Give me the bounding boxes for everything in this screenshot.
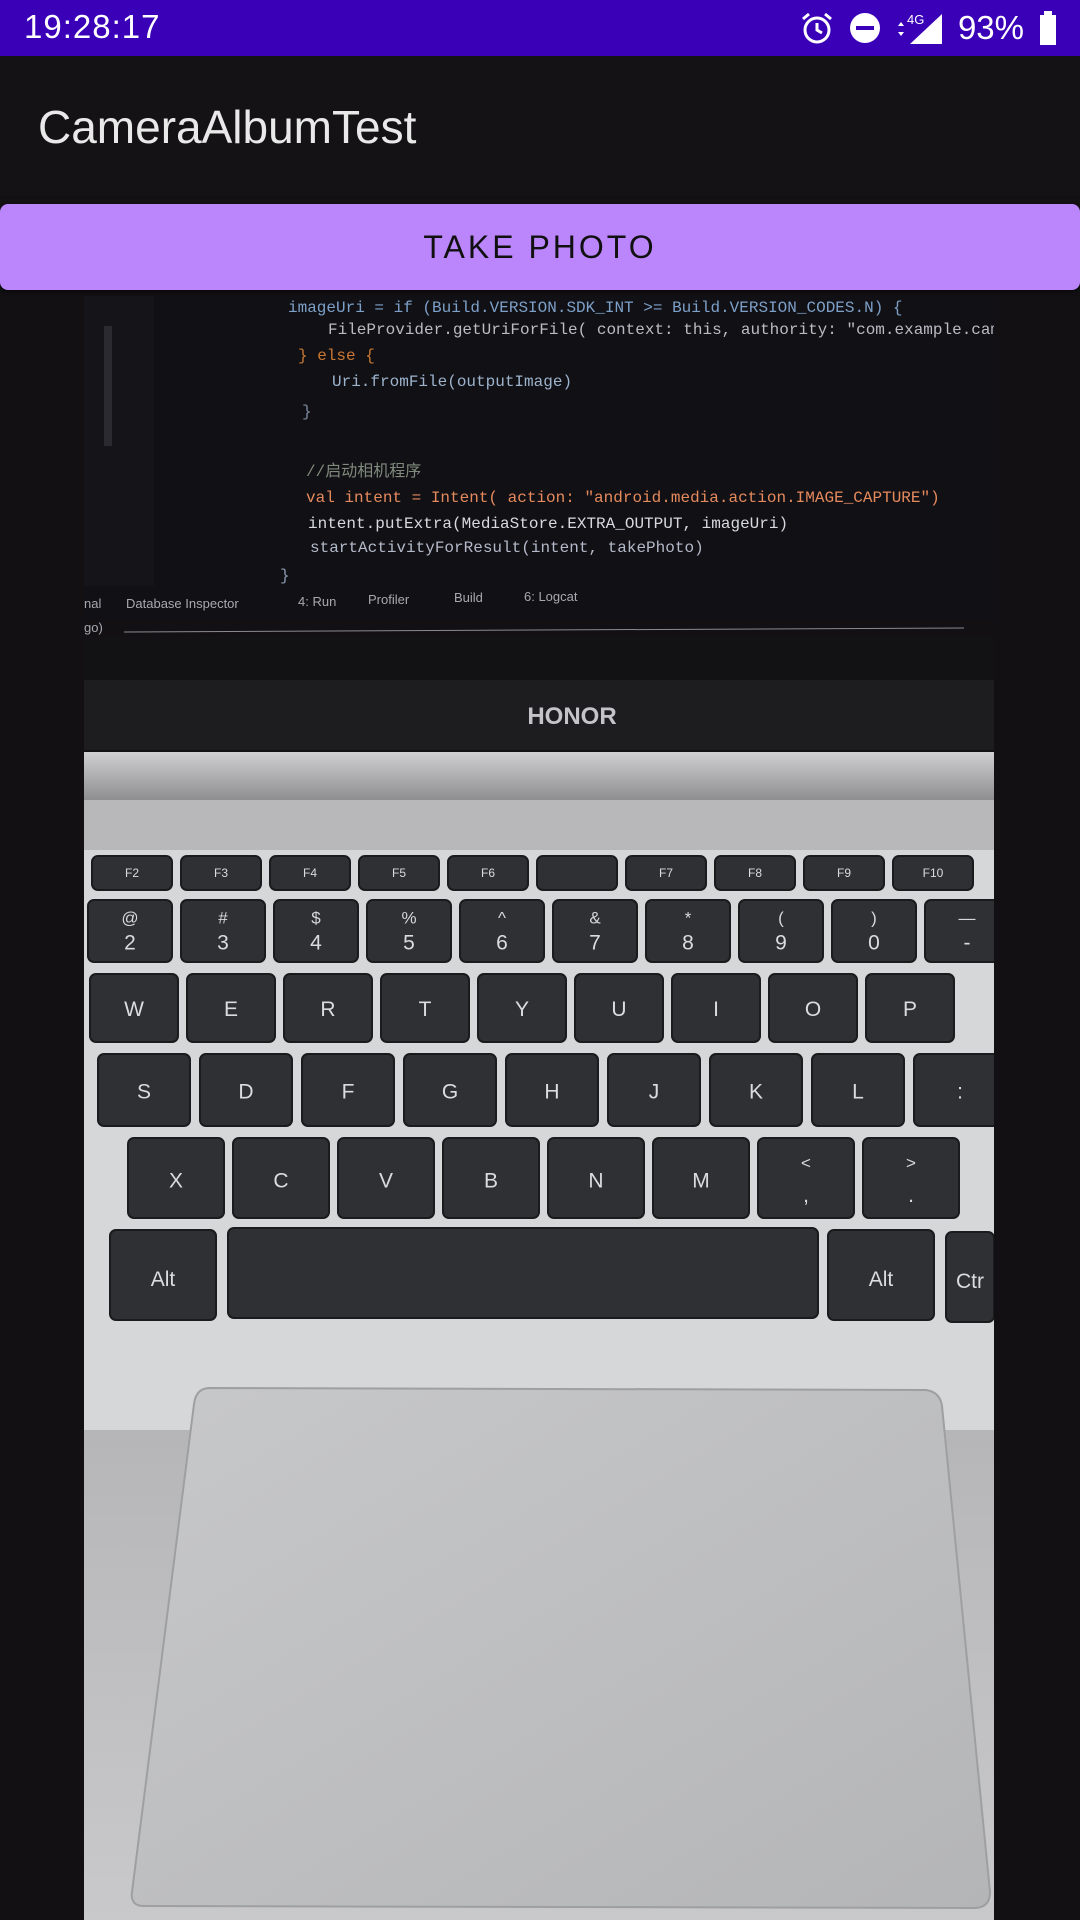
key-label: F9: [837, 866, 851, 880]
ide-tab: 6: Logcat: [524, 589, 578, 604]
touchpad: [130, 1386, 992, 1910]
code-line: Uri.fromFile(outputImage): [332, 373, 572, 391]
status-bar: 19:28:17 4G 93%: [0, 0, 1080, 56]
key-label: ): [871, 909, 877, 928]
key-label: $: [311, 909, 321, 928]
key-label: <: [801, 1153, 811, 1172]
code-line: } else {: [298, 347, 375, 365]
code-line: }: [302, 403, 312, 421]
ide-tab: 4: Run: [298, 594, 336, 609]
key-label: Y: [515, 998, 529, 1021]
keyboard-key: [913, 1053, 994, 1127]
key-label: X: [169, 1170, 183, 1193]
key-label: @: [121, 909, 138, 928]
key-label: ^: [498, 909, 506, 928]
key-label: O: [805, 998, 821, 1021]
ide-status: go): [84, 620, 103, 635]
key-label: R: [320, 998, 335, 1021]
key-label: W: [124, 998, 144, 1021]
key-label: F8: [748, 866, 762, 880]
alarm-icon: [801, 12, 832, 44]
app-title: CameraAlbumTest: [38, 101, 417, 153]
code-line: }: [280, 567, 290, 585]
key-label: F: [342, 1081, 355, 1104]
code-line: FileProvider.getUriForFile( context: thi…: [328, 321, 994, 339]
ide-tab: Profiler: [368, 592, 410, 607]
key-label: 2: [124, 932, 136, 955]
key-label: 6: [496, 932, 508, 955]
status-icons: 4G 93%: [800, 6, 1058, 50]
svg-text:4G: 4G: [907, 12, 924, 27]
captured-photo: imageUri = if (Build.VERSION.SDK_INT >= …: [84, 296, 994, 1920]
key-label: L: [852, 1081, 864, 1104]
key-label: F7: [659, 866, 673, 880]
key-label: -: [964, 932, 971, 955]
take-photo-button[interactable]: TAKE PHOTO: [0, 204, 1080, 290]
key-label: S: [137, 1081, 151, 1104]
key-label: F6: [481, 866, 495, 880]
brand-logo: HONOR: [527, 703, 616, 730]
key-label: U: [611, 998, 626, 1021]
key-label: 5: [403, 932, 415, 955]
ide-tab: nal: [84, 596, 101, 611]
code-line: startActivityForResult(intent, takePhoto…: [310, 539, 704, 557]
code-line: val intent = Intent( action: "android.me…: [306, 489, 940, 507]
status-time: 19:28:17: [24, 8, 161, 45]
key-label: :: [957, 1081, 963, 1104]
app-bar: CameraAlbumTest: [0, 56, 1080, 196]
laptop-hinge: [84, 752, 994, 800]
do-not-disturb-icon: [849, 13, 880, 43]
battery-icon: [1040, 11, 1056, 45]
keyboard-key: [536, 855, 618, 891]
signal-icon: 4G: [897, 12, 942, 44]
key-label: *: [685, 909, 692, 928]
key-label: E: [224, 998, 238, 1021]
key-label: —: [959, 909, 976, 928]
laptop-screen: [84, 296, 994, 620]
key-label: 4: [310, 932, 322, 955]
key-label: P: [903, 998, 917, 1021]
code-line: //启动相机程序: [306, 462, 421, 481]
key-label: K: [749, 1081, 763, 1104]
key-label: T: [419, 998, 432, 1021]
key-label: M: [692, 1170, 710, 1193]
code-line: intent.putExtra(MediaStore.EXTRA_OUTPUT,…: [308, 515, 788, 533]
key-label: %: [401, 909, 416, 928]
key-label: &: [589, 909, 601, 928]
ide-tab: Build: [454, 590, 483, 605]
battery-percent: 93%: [957, 9, 1024, 46]
key-label: F10: [923, 866, 944, 880]
key-label: 7: [589, 932, 601, 955]
key-label: V: [379, 1170, 393, 1193]
key-label: H: [544, 1081, 559, 1104]
key-label: Alt: [869, 1268, 894, 1291]
key-label: 0: [868, 932, 880, 955]
code-line: imageUri = if (Build.VERSION.SDK_INT >= …: [288, 299, 903, 317]
key-label: ,: [803, 1184, 809, 1207]
key-label: D: [238, 1081, 253, 1104]
key-label: Ctr: [956, 1270, 984, 1293]
key-label: N: [588, 1170, 603, 1193]
key-label: C: [273, 1170, 288, 1193]
key-label: F4: [303, 866, 317, 880]
key-label: F5: [392, 866, 406, 880]
key-label: J: [649, 1081, 660, 1104]
key-label: Alt: [151, 1268, 176, 1291]
key-label: .: [908, 1184, 914, 1207]
photo-image: imageUri = if (Build.VERSION.SDK_INT >= …: [84, 296, 994, 1920]
key-label: >: [906, 1153, 916, 1172]
key-label: I: [713, 998, 719, 1021]
key-label: #: [218, 909, 228, 928]
key-label: 9: [775, 932, 787, 955]
key-label: 8: [682, 932, 694, 955]
key-label: F2: [125, 866, 139, 880]
key-label: (: [778, 909, 784, 928]
key-label: 3: [217, 932, 229, 955]
key-label: F3: [214, 866, 228, 880]
laptop-bezel: [84, 636, 994, 680]
key-label: B: [484, 1170, 498, 1193]
key-label: G: [442, 1081, 458, 1104]
keyboard-key: [227, 1227, 819, 1319]
ide-tab: Database Inspector: [126, 596, 239, 611]
